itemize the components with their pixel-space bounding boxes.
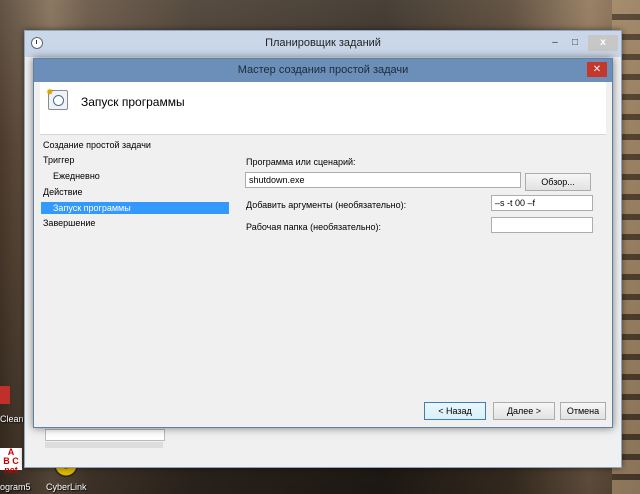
working-folder-input[interactable]: [491, 217, 593, 233]
background-panel: [45, 429, 165, 441]
desktop-icon-label-program[interactable]: ogram5: [0, 482, 31, 492]
red-app-icon[interactable]: [0, 386, 10, 404]
wizard-close-button[interactable]: ✕: [587, 62, 607, 77]
horizontal-scrollbar[interactable]: [45, 442, 163, 448]
wizard-titlebar: Мастер создания простой задачи ✕: [34, 59, 612, 82]
wizard-title: Мастер создания простой задачи: [237, 64, 409, 76]
desktop-icon-label-cyberlink[interactable]: CyberLink: [46, 482, 87, 492]
maximize-button[interactable]: □: [566, 35, 584, 51]
working-folder-label: Рабочая папка (необязательно):: [246, 222, 382, 232]
task-wizard-icon: ✸: [46, 87, 68, 110]
create-basic-task-wizard: Мастер создания простой задачи ✕ ✸ Запус…: [33, 58, 613, 428]
desktop-icon-label-clean[interactable]: Clean: [0, 414, 24, 424]
step-finish[interactable]: Завершение: [43, 218, 95, 228]
wizard-header: ✸ Запуск программы: [40, 82, 606, 135]
cancel-button[interactable]: Отмена: [560, 402, 606, 420]
step-create-basic-task[interactable]: Создание простой задачи: [43, 140, 151, 150]
arguments-label: Добавить аргументы (необязательно):: [246, 200, 407, 210]
page-title: Запуск программы: [81, 95, 185, 109]
step-daily[interactable]: Ежедневно: [53, 171, 100, 181]
next-button[interactable]: Далее >: [493, 402, 555, 420]
step-trigger[interactable]: Триггер: [43, 155, 74, 165]
back-button[interactable]: < Назад: [424, 402, 486, 420]
browse-button[interactable]: Обзор...: [525, 173, 591, 191]
step-start-program[interactable]: Запуск программы: [41, 202, 229, 214]
close-button[interactable]: x: [588, 35, 618, 51]
program-label: Программа или сценарий:: [246, 157, 356, 167]
task-scheduler-titlebar: Планировщик заданий – □ x: [25, 31, 621, 57]
task-scheduler-title: Планировщик заданий: [265, 37, 381, 49]
program-input[interactable]: shutdown.exe: [245, 172, 521, 188]
abc-net-icon[interactable]: AB Cnet: [0, 448, 22, 475]
step-action[interactable]: Действие: [43, 187, 83, 197]
minimize-button[interactable]: –: [546, 35, 564, 51]
arguments-input[interactable]: –s -t 00 –f: [491, 195, 593, 211]
